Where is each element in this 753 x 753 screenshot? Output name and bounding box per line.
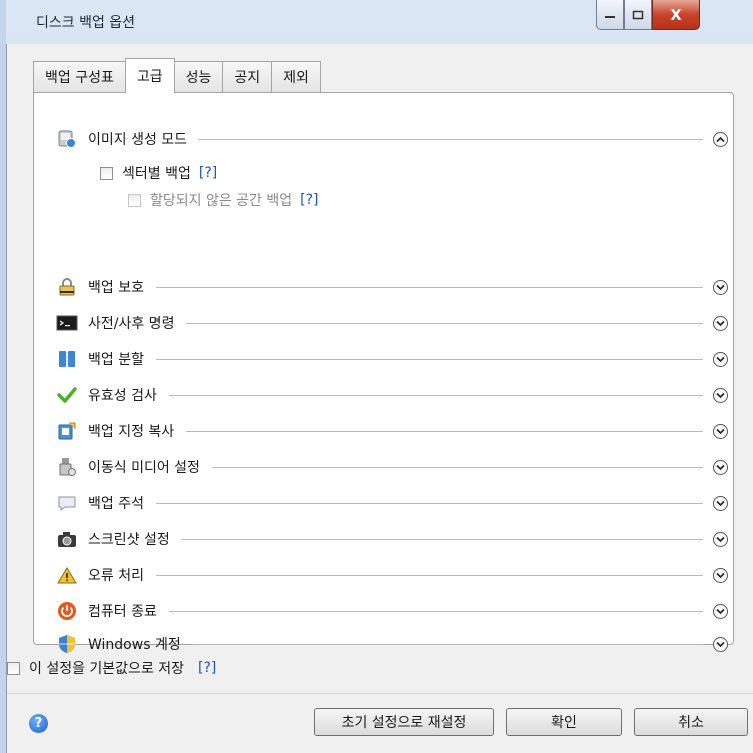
section-backup-splitting[interactable]: 백업 분할: [56, 347, 728, 371]
power-icon: [56, 601, 78, 621]
section-windows-account[interactable]: Windows 계정: [56, 632, 728, 656]
divider: [181, 538, 703, 540]
section-label: 백업 주석: [88, 496, 144, 512]
tab-exclusions[interactable]: 제외: [271, 61, 321, 92]
minimize-button[interactable]: [596, 0, 624, 30]
section-computer-shutdown[interactable]: 컴퓨터 종료: [56, 599, 728, 623]
sector-backup-help-link[interactable]: [?]: [199, 165, 217, 181]
section-backup-protection[interactable]: 백업 보호: [56, 275, 728, 299]
section-label: 컴퓨터 종료: [88, 604, 157, 620]
lock-icon: [56, 277, 78, 297]
close-button[interactable]: X: [652, 0, 700, 30]
section-screenshot-settings[interactable]: 스크린샷 설정: [56, 527, 728, 551]
chevron-down-icon[interactable]: [713, 279, 728, 295]
terminal-icon: [56, 313, 78, 333]
maximize-icon: [632, 10, 644, 19]
divider: [155, 358, 703, 360]
chevron-down-icon[interactable]: [713, 387, 728, 403]
section-label: 유효성 검사: [88, 388, 157, 404]
tab-backup-scheme[interactable]: 백업 구성표: [33, 61, 126, 92]
cancel-button[interactable]: 취소: [634, 708, 748, 736]
section-backup-comment[interactable]: 백업 주석: [56, 491, 728, 515]
split-icon: [56, 349, 78, 369]
section-pre-post-commands[interactable]: 사전/사후 명령: [56, 311, 728, 335]
copy-icon: [56, 421, 78, 441]
ok-button[interactable]: 확인: [506, 708, 622, 736]
checkmark-icon: [56, 385, 78, 405]
unallocated-backup-option: 할당되지 않은 공간 백업 [?]: [128, 190, 319, 210]
chevron-down-icon[interactable]: [713, 459, 728, 475]
dialog-body: 백업 구성표 고급 성능 공지 제외 이미지 생성 모드 섹터별 백업 [?] …: [6, 44, 753, 753]
tab-performance[interactable]: 성능: [173, 61, 224, 92]
divider: [168, 394, 703, 396]
section-label: 사전/사후 명령: [88, 316, 175, 332]
sector-backup-label: 섹터별 백업: [122, 166, 191, 182]
divider: [168, 610, 703, 612]
sector-backup-option[interactable]: 섹터별 백업 [?]: [100, 163, 217, 183]
save-as-default-option[interactable]: 이 설정을 기본값으로 저장 [?]: [7, 658, 216, 678]
divider: [211, 466, 703, 468]
disk-image-icon: [56, 129, 78, 149]
window-title: 디스크 백업 옵션: [36, 15, 136, 31]
title-bar[interactable]: 디스크 백업 옵션 X: [6, 0, 753, 44]
section-error-handling[interactable]: 오류 처리: [56, 563, 728, 587]
section-label: 백업 분할: [88, 352, 144, 368]
save-as-default-help-link[interactable]: [?]: [198, 660, 216, 676]
chevron-down-icon[interactable]: [713, 495, 728, 511]
save-as-default-label: 이 설정을 기본값으로 저장: [29, 661, 185, 677]
divider: [186, 430, 703, 432]
section-label: 이동식 미디어 설정: [88, 460, 200, 476]
shield-icon: [56, 634, 78, 654]
chevron-down-icon[interactable]: [713, 603, 728, 619]
divider: [155, 502, 703, 504]
section-label: 백업 보호: [88, 280, 144, 296]
usb-media-icon: [56, 457, 78, 477]
chevron-down-icon[interactable]: [713, 423, 728, 439]
close-icon: X: [670, 5, 682, 24]
dialog-window: 디스크 백업 옵션 X 백업 구성표 고급 성능 공지 제외 이미지 생성 모드: [0, 0, 753, 753]
minimize-icon: [605, 15, 615, 18]
section-backup-reserve-copy[interactable]: 백업 지정 복사: [56, 419, 728, 443]
sector-backup-checkbox[interactable]: [100, 166, 113, 180]
comment-icon: [56, 493, 78, 513]
section-label: 오류 처리: [88, 568, 144, 584]
options-panel: 이미지 생성 모드 섹터별 백업 [?] 할당되지 않은 공간 백업 [?] 백…: [33, 92, 734, 653]
unallocated-backup-label: 할당되지 않은 공간 백업: [150, 193, 293, 209]
camera-icon: [56, 529, 78, 549]
tab-advanced[interactable]: 고급: [124, 58, 175, 93]
section-validation[interactable]: 유효성 검사: [56, 383, 728, 407]
section-label: Windows 계정: [88, 637, 181, 653]
divider: [155, 286, 703, 288]
divider: [199, 138, 703, 140]
dialog-footer: ? 초기 설정으로 재설정 확인 취소: [7, 693, 753, 753]
chevron-down-icon[interactable]: [713, 636, 728, 652]
unallocated-help-link[interactable]: [?]: [300, 192, 318, 208]
section-label: 백업 지정 복사: [88, 424, 175, 440]
section-label: 스크린샷 설정: [88, 532, 170, 548]
chevron-down-icon[interactable]: [713, 351, 728, 367]
divider: [186, 322, 703, 324]
section-label: 이미지 생성 모드: [88, 132, 188, 148]
maximize-button[interactable]: [624, 0, 652, 30]
warning-icon: [56, 565, 78, 585]
save-as-default-checkbox[interactable]: [7, 661, 20, 675]
section-removable-media-settings[interactable]: 이동식 미디어 설정: [56, 455, 728, 479]
tab-notifications[interactable]: 공지: [222, 61, 273, 92]
chevron-down-icon[interactable]: [713, 315, 728, 331]
reset-to-defaults-button[interactable]: 초기 설정으로 재설정: [314, 708, 494, 736]
chevron-down-icon[interactable]: [713, 567, 728, 583]
chevron-down-icon[interactable]: [713, 531, 728, 547]
divider: [155, 574, 703, 576]
section-image-creation-mode[interactable]: 이미지 생성 모드: [56, 127, 728, 151]
unallocated-backup-checkbox: [128, 193, 141, 207]
help-icon[interactable]: ?: [29, 714, 48, 733]
chevron-up-icon[interactable]: [713, 131, 728, 147]
divider: [192, 643, 703, 645]
tab-strip: 백업 구성표 고급 성능 공지 제외: [33, 58, 321, 93]
